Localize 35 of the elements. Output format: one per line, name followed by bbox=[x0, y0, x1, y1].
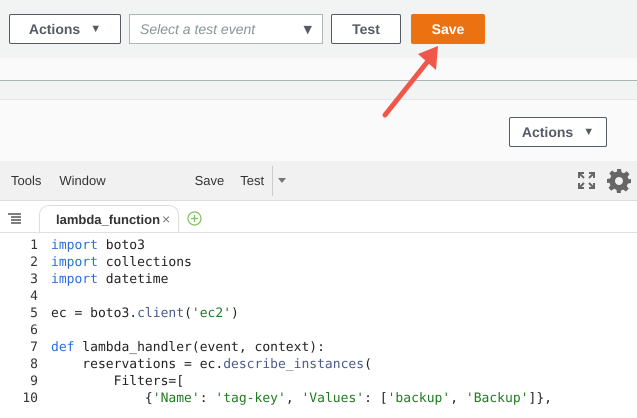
toolbar-action[interactable]: Test bbox=[240, 173, 264, 188]
menu-item[interactable]: Tools bbox=[11, 173, 42, 188]
fullscreen-icon[interactable] bbox=[578, 172, 595, 189]
code-line: import boto3 bbox=[51, 238, 145, 253]
actions-button[interactable]: Actions ▼ bbox=[9, 14, 121, 44]
code-line: {'Name': 'tag-key', 'Values': ['backup', 'Backup']}, bbox=[144, 391, 552, 406]
line-number: 5 bbox=[29, 306, 39, 321]
test-button[interactable]: Test bbox=[331, 14, 401, 44]
menu-item[interactable]: Window bbox=[59, 173, 106, 188]
caret-icon[interactable] bbox=[278, 178, 286, 183]
toolbar-action[interactable]: Save bbox=[194, 173, 224, 188]
code-line: Filters=[ bbox=[112, 374, 184, 389]
caret-icon: ▼ bbox=[304, 22, 312, 36]
code-line: import datetime bbox=[51, 272, 168, 287]
code-line: reservations = ec.describe_instances( bbox=[81, 357, 372, 372]
line-number: 6 bbox=[29, 323, 39, 338]
line-number: 7 bbox=[29, 340, 39, 355]
line-number: 1 bbox=[29, 238, 39, 253]
line-number: 9 bbox=[29, 374, 39, 389]
test-event-select[interactable]: Select a test event ▼ bbox=[129, 14, 323, 44]
line-number: 8 bbox=[29, 357, 39, 372]
close-icon[interactable]: × bbox=[162, 211, 170, 227]
caret-icon: ▼ bbox=[90, 23, 102, 35]
line-number: 2 bbox=[29, 255, 39, 270]
code-line: ec = boto3.client('ec2') bbox=[51, 306, 239, 321]
code-line: import collections bbox=[51, 255, 192, 270]
editor-tab[interactable]: lambda_function× bbox=[39, 205, 180, 232]
line-number: 4 bbox=[29, 289, 39, 304]
line-number: 10 bbox=[21, 391, 39, 406]
settings-icon[interactable] bbox=[607, 168, 631, 192]
caret-icon: ▼ bbox=[583, 126, 594, 138]
actions-button[interactable]: Actions ▼ bbox=[509, 117, 607, 147]
line-number: 3 bbox=[29, 272, 39, 287]
file-list-icon[interactable] bbox=[8, 213, 21, 224]
code-line: def lambda_handler(event, context): bbox=[51, 340, 325, 355]
